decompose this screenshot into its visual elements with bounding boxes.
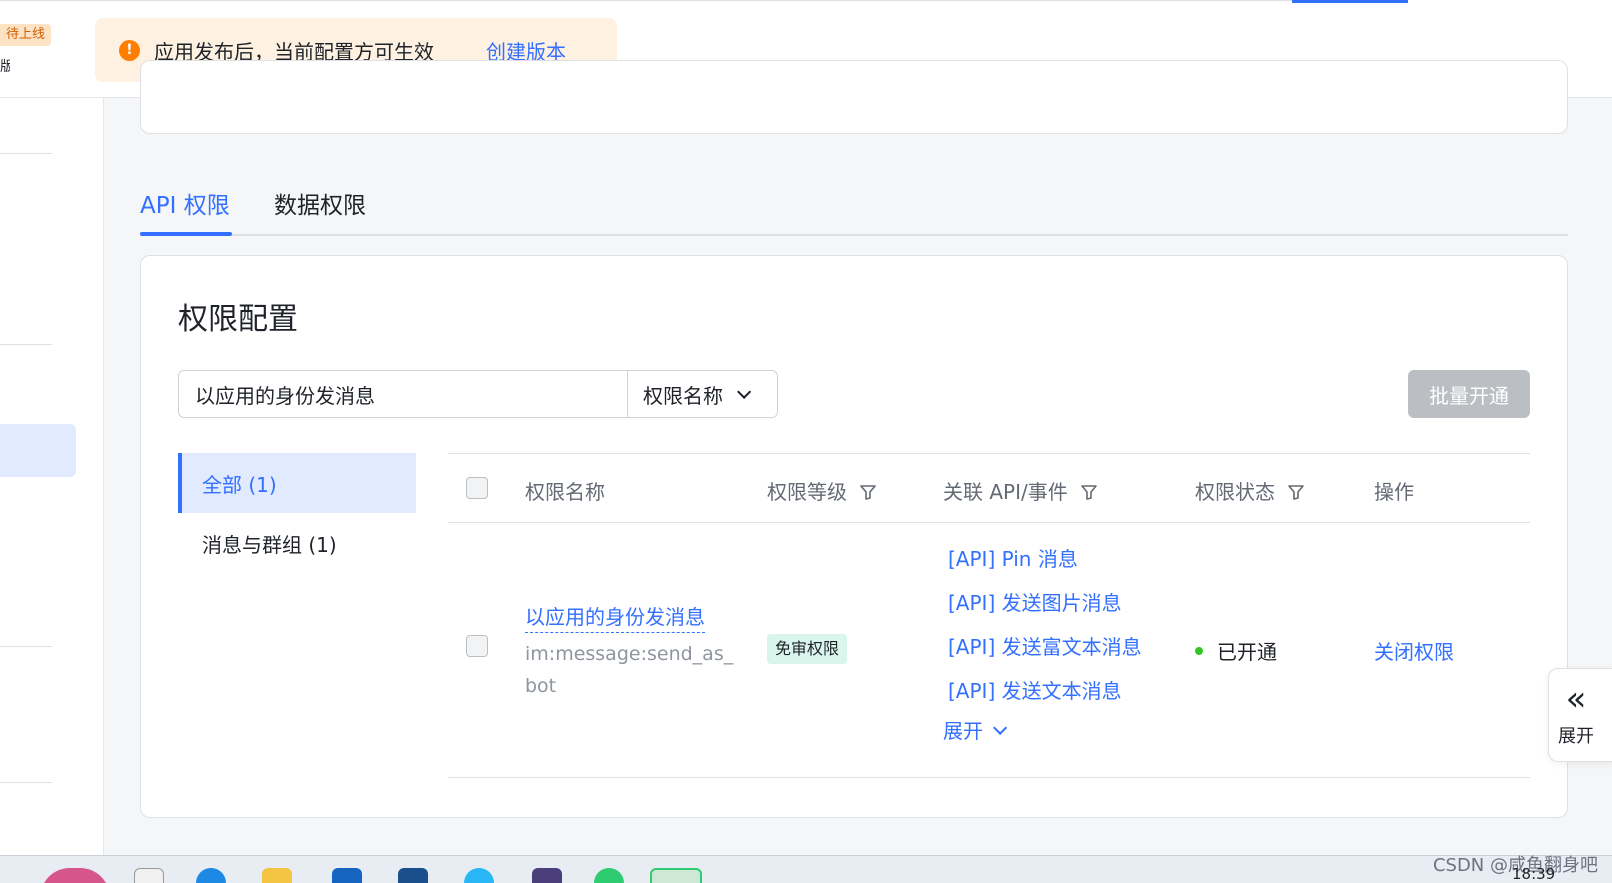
status-dot-icon [1195,646,1203,655]
app-icon[interactable] [398,868,428,883]
api-link-pin-message[interactable]: [API] Pin 消息 [948,537,1142,581]
os-taskbar [0,855,1612,883]
column-header-name: 权限名称 [525,480,605,504]
permission-status: 已开通 [1195,636,1277,665]
chevron-down-icon [737,384,752,399]
sidebar-divider [0,344,52,345]
permission-config-card: 权限配置 权限名称 批量开通 全部 (1) 消息与群组 (1) 权限名称 权限等… [140,255,1568,818]
category-item-all[interactable]: 全部 (1) [178,453,416,513]
wechat-icon[interactable] [594,868,624,883]
column-header-level: 权限等级 [767,476,877,505]
shield-icon[interactable] [332,868,362,883]
edge-icon[interactable] [464,868,494,883]
top-border [0,0,1292,3]
app-icon-active[interactable] [650,868,702,883]
warning-icon: ! [119,39,140,61]
search-box: 权限名称 [178,370,778,418]
app-icon[interactable] [134,868,164,883]
tab-active-underline [140,232,232,236]
permission-name-link[interactable]: 以应用的身份发消息 [525,601,705,633]
search-field-label: 权限名称 [643,383,723,408]
category-list: 全部 (1) 消息与群组 (1) [178,453,416,573]
tab-api-permission[interactable]: API 权限 [140,186,230,220]
status-badge: 待上线 [0,24,52,46]
chevron-down-icon [993,720,1008,735]
api-link-send-text[interactable]: [API] 发送文本消息 [948,669,1142,713]
side-expand-label: 展开 [1558,726,1594,747]
permission-level-tag: 免审权限 [767,634,848,664]
info-card [140,60,1568,134]
expand-apis-button[interactable]: 展开 [943,715,1008,744]
side-expand-button[interactable]: « 展开 [1548,668,1612,762]
sidebar-divider [0,782,52,783]
page-title: 权限配置 [178,302,298,337]
filter-icon[interactable] [1080,482,1098,500]
sidebar-divider [0,153,52,154]
permission-code: im:message:send_as_bot [525,643,734,697]
filter-icon[interactable] [859,482,877,500]
clock-time: 18:39 [1512,865,1556,883]
table-row: 以应用的身份发消息 im:message:send_as_bot 免审权限 [A… [448,523,1530,778]
related-api-list: [API] Pin 消息 [API] 发送图片消息 [API] 发送富文本消息 … [948,537,1142,713]
column-header-status: 权限状态 [1195,476,1305,505]
sidebar-item-active[interactable] [0,424,76,477]
select-all-checkbox[interactable] [466,477,488,499]
permission-tabs: API 权限 数据权限 [140,180,1568,236]
column-header-api: 关联 API/事件 [943,476,1098,505]
start-icon[interactable] [40,868,110,883]
column-header-action: 操作 [1374,480,1414,504]
browser-icon[interactable] [196,868,226,883]
search-input[interactable] [179,371,627,417]
category-item-messages[interactable]: 消息与群组 (1) [178,513,416,573]
api-link-send-rich-text[interactable]: [API] 发送富文本消息 [948,625,1142,669]
active-nav-indicator [1292,0,1408,3]
table-header: 权限名称 权限等级 关联 API/事件 权限状态 操作 [448,453,1530,523]
search-field-select[interactable]: 权限名称 [627,371,777,417]
row-checkbox[interactable] [466,635,488,657]
api-link-send-image[interactable]: [API] 发送图片消息 [948,581,1142,625]
cat-icon[interactable] [532,868,562,883]
sidebar [0,98,104,855]
truncated-label: 版 [0,59,10,75]
bulk-enable-button[interactable]: 批量开通 [1408,370,1530,418]
sidebar-divider [0,646,52,647]
folder-icon[interactable] [262,868,292,883]
double-chevron-left-icon: « [1565,679,1587,719]
close-permission-link[interactable]: 关闭权限 [1374,636,1454,665]
filter-icon[interactable] [1287,482,1305,500]
permission-table: 权限名称 权限等级 关联 API/事件 权限状态 操作 以应用的身份发消息 im… [448,453,1530,778]
tab-data-permission[interactable]: 数据权限 [274,186,366,220]
